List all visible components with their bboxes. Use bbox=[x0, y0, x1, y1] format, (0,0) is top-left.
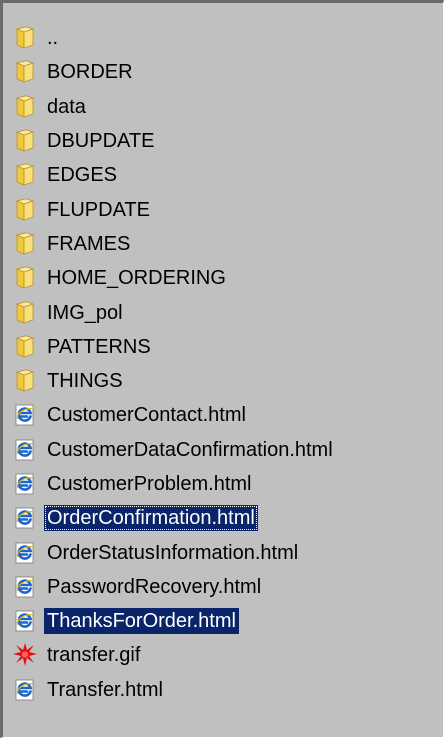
ie-html-file-icon bbox=[12, 437, 38, 463]
folder-icon bbox=[12, 197, 38, 223]
file-list-item[interactable]: .. bbox=[12, 21, 432, 55]
folder-icon bbox=[12, 300, 38, 326]
file-list-item-label: transfer.gif bbox=[47, 644, 141, 667]
ie-html-file-icon bbox=[12, 471, 38, 497]
file-list-item[interactable]: data bbox=[12, 90, 432, 124]
ie-html-file-icon bbox=[12, 540, 38, 566]
file-list-item-label: THINGS bbox=[47, 370, 123, 393]
file-list-item[interactable]: CustomerProblem.html bbox=[12, 467, 432, 501]
file-list-item-label: PATTERNS bbox=[47, 335, 151, 358]
ie-html-file-icon bbox=[12, 505, 38, 531]
file-list-item[interactable]: FRAMES bbox=[12, 227, 432, 261]
folder-icon bbox=[12, 128, 38, 154]
file-list-item-label: Transfer.html bbox=[47, 678, 163, 701]
file-list-item-label: FRAMES bbox=[47, 232, 131, 255]
file-list-item[interactable]: ThanksForOrder.html bbox=[12, 604, 432, 638]
file-list-panel: .. BORDER data DBUPDATE EDGES FLUPDATE FRAMES H… bbox=[0, 0, 444, 738]
ie-html-file-icon bbox=[12, 608, 38, 634]
folder-icon bbox=[12, 25, 38, 51]
file-list-item[interactable]: DBUPDATE bbox=[12, 124, 432, 158]
file-list-item[interactable]: OrderStatusInformation.html bbox=[12, 535, 432, 569]
file-list-item[interactable]: PATTERNS bbox=[12, 330, 432, 364]
file-list-item[interactable]: HOME_ORDERING bbox=[12, 261, 432, 295]
file-list-item[interactable]: BORDER bbox=[12, 55, 432, 89]
file-list-item-label: DBUPDATE bbox=[47, 130, 155, 153]
file-list-item-label: ThanksForOrder.html bbox=[44, 608, 239, 635]
file-list-item[interactable]: IMG_pol bbox=[12, 295, 432, 329]
file-list-item[interactable]: FLUPDATE bbox=[12, 192, 432, 226]
file-list-item-label: CustomerContact.html bbox=[47, 404, 246, 427]
file-list-item-label: EDGES bbox=[47, 164, 118, 187]
folder-icon bbox=[12, 94, 38, 120]
file-list-item[interactable]: CustomerDataConfirmation.html bbox=[12, 433, 432, 467]
file-list-item-label: .. bbox=[47, 27, 59, 50]
file-list-item-label: FLUPDATE bbox=[47, 198, 150, 221]
file-list-item-label: CustomerProblem.html bbox=[47, 473, 252, 495]
file-list[interactable]: .. BORDER data DBUPDATE EDGES FLUPDATE FRAMES H… bbox=[12, 21, 432, 707]
folder-icon bbox=[12, 334, 38, 360]
folder-icon bbox=[12, 368, 38, 394]
file-list-item[interactable]: EDGES bbox=[12, 158, 432, 192]
file-list-item[interactable]: Transfer.html bbox=[12, 673, 432, 707]
file-list-item-label: IMG_pol bbox=[47, 301, 123, 324]
file-list-item[interactable]: transfer.gif bbox=[12, 638, 432, 672]
file-list-item[interactable]: CustomerContact.html bbox=[12, 398, 432, 432]
file-list-item-label: HOME_ORDERING bbox=[47, 267, 226, 290]
file-list-item-label: CustomerDataConfirmation.html bbox=[47, 438, 333, 461]
file-list-item[interactable]: OrderConfirmation.html bbox=[12, 501, 432, 535]
gif-image-icon bbox=[12, 642, 38, 668]
folder-icon bbox=[12, 231, 38, 257]
folder-icon bbox=[12, 59, 38, 85]
file-list-item-label: PasswordRecovery.html bbox=[47, 575, 262, 598]
file-list-item-label: data bbox=[47, 95, 86, 118]
file-list-item[interactable]: PasswordRecovery.html bbox=[12, 570, 432, 604]
folder-icon bbox=[12, 265, 38, 291]
ie-html-file-icon bbox=[12, 677, 38, 703]
file-list-item-label: BORDER bbox=[47, 61, 133, 84]
folder-icon bbox=[12, 162, 38, 188]
ie-html-file-icon bbox=[12, 402, 38, 428]
file-list-item-label: OrderConfirmation.html bbox=[44, 505, 258, 532]
ie-html-file-icon bbox=[12, 574, 38, 600]
file-list-item-label: OrderStatusInformation.html bbox=[47, 541, 299, 564]
file-list-item[interactable]: THINGS bbox=[12, 364, 432, 398]
